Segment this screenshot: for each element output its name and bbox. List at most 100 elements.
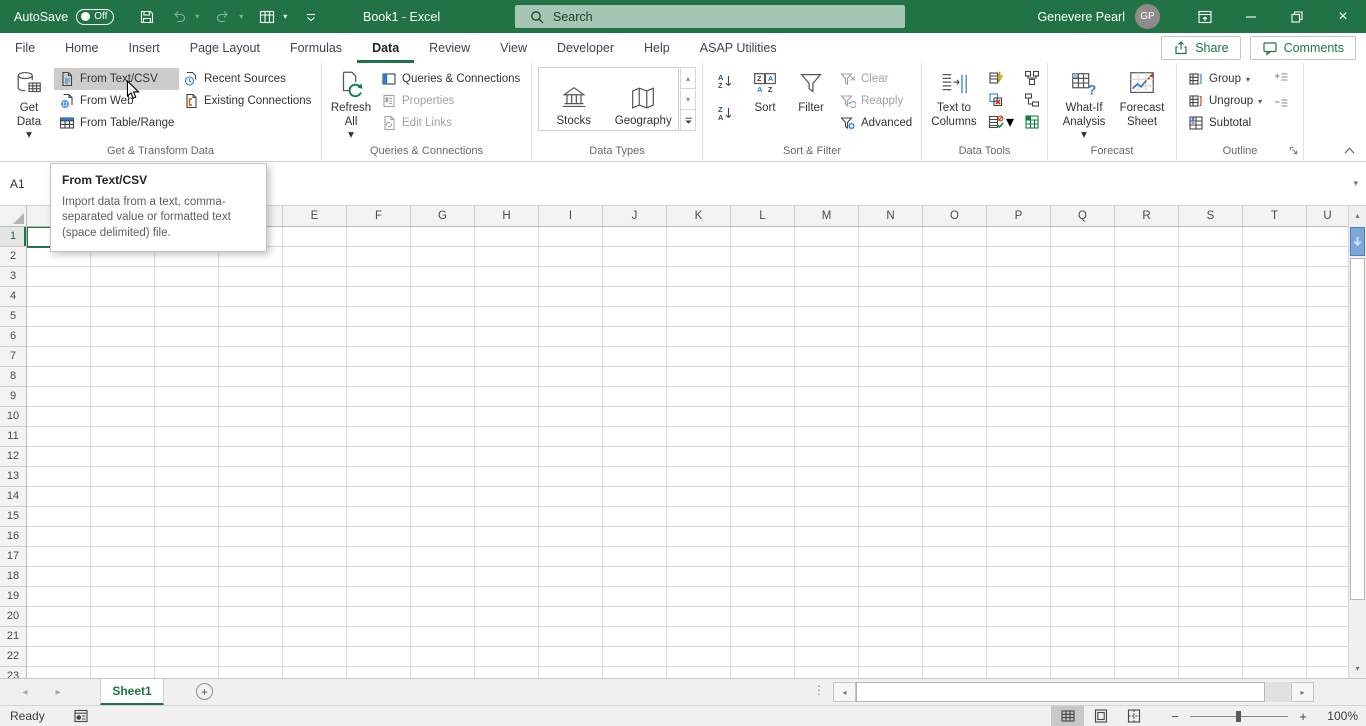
autosave-switch[interactable]: Off [76, 8, 115, 25]
row-header-3[interactable]: 3 [0, 267, 26, 287]
row-header-23[interactable]: 23 [0, 667, 26, 678]
refresh-all-button[interactable]: Refresh All ▾ [328, 66, 374, 143]
undo-button[interactable] [168, 5, 190, 29]
sort-button[interactable]: ZAAZ Sort [745, 66, 785, 116]
column-header-l[interactable]: L [731, 206, 795, 226]
gallery-down-button[interactable]: ▾ [680, 89, 696, 110]
column-header-j[interactable]: J [603, 206, 667, 226]
column-header-o[interactable]: O [923, 206, 987, 226]
row-header-11[interactable]: 11 [0, 427, 26, 447]
row-header-10[interactable]: 10 [0, 407, 26, 427]
group-button[interactable]: Group ▾ [1183, 68, 1267, 90]
existing-connections-button[interactable]: Existing Connections [178, 90, 316, 112]
from-text-csv-button[interactable]: From Text/CSV [54, 68, 180, 90]
save-button[interactable] [136, 5, 158, 29]
row-header-7[interactable]: 7 [0, 347, 26, 367]
forecast-sheet-button[interactable]: Forecast Sheet [1114, 66, 1170, 129]
redo-button[interactable] [212, 5, 234, 29]
advanced-filter-button[interactable]: Advanced [835, 112, 917, 134]
comments-button[interactable]: Comments [1249, 36, 1356, 60]
from-table-range-button[interactable]: From Table/Range [54, 112, 179, 134]
restore-button[interactable] [1274, 0, 1320, 33]
zoom-level[interactable]: 100% [1314, 709, 1358, 723]
search-input[interactable]: Search [515, 5, 905, 28]
filter-button[interactable]: Filter [789, 66, 833, 116]
row-header-6[interactable]: 6 [0, 327, 26, 347]
tab-view[interactable]: View [485, 33, 542, 63]
zoom-slider-thumb[interactable] [1236, 710, 1241, 722]
new-sheet-button[interactable]: + [196, 683, 213, 700]
tab-page-layout[interactable]: Page Layout [175, 33, 275, 63]
autosave-toggle[interactable]: AutoSave Off [14, 8, 115, 25]
collapse-ribbon-button[interactable] [1343, 146, 1356, 155]
tab-review[interactable]: Review [414, 33, 485, 63]
hide-detail-icon[interactable] [1273, 97, 1289, 113]
sheet-tab-sheet1[interactable]: Sheet1 [100, 679, 164, 705]
show-detail-icon[interactable] [1273, 71, 1289, 87]
horizontal-scroll-thumb[interactable] [856, 682, 1265, 702]
page-layout-view-button[interactable] [1084, 706, 1117, 726]
column-header-e[interactable]: E [283, 206, 347, 226]
tab-formulas[interactable]: Formulas [275, 33, 357, 63]
row-header-9[interactable]: 9 [0, 387, 26, 407]
column-header-n[interactable]: N [859, 206, 923, 226]
scroll-right-button[interactable]: ▸ [1291, 682, 1314, 702]
column-header-r[interactable]: R [1115, 206, 1179, 226]
undo-dropdown[interactable]: ▾ [192, 5, 202, 29]
page-break-view-button[interactable] [1117, 706, 1150, 726]
row-header-21[interactable]: 21 [0, 627, 26, 647]
tab-help[interactable]: Help [629, 33, 685, 63]
column-header-i[interactable]: I [539, 206, 603, 226]
data-validation-button[interactable]: ▾ [984, 112, 1018, 132]
previous-sheet-button[interactable]: ◂ [10, 679, 40, 705]
column-header-t[interactable]: T [1243, 206, 1307, 226]
column-header-h[interactable]: H [475, 206, 539, 226]
remove-duplicates-button[interactable] [984, 90, 1008, 110]
formula-input[interactable]: ▾ [100, 163, 1366, 205]
queries-connections-button[interactable]: Queries & Connections [376, 68, 525, 90]
tab-data[interactable]: Data [357, 33, 414, 63]
column-header-s[interactable]: S [1179, 206, 1243, 226]
next-sheet-button[interactable]: ▸ [43, 679, 73, 705]
zoom-in-button[interactable]: + [1292, 709, 1314, 724]
row-header-14[interactable]: 14 [0, 487, 26, 507]
row-header-20[interactable]: 20 [0, 607, 26, 627]
text-to-columns-button[interactable]: Text to Columns [928, 66, 980, 129]
sheet-grid[interactable] [26, 226, 1348, 678]
consolidate-button[interactable] [1020, 68, 1044, 88]
tab-file[interactable]: File [0, 33, 50, 63]
ungroup-button[interactable]: Ungroup ▾ [1183, 90, 1267, 112]
row-header-13[interactable]: 13 [0, 467, 26, 487]
close-button[interactable]: × [1320, 0, 1366, 33]
row-header-2[interactable]: 2 [0, 247, 26, 267]
what-if-analysis-button[interactable]: ? What-If Analysis ▾ [1056, 66, 1112, 143]
column-header-p[interactable]: P [987, 206, 1051, 226]
zoom-out-button[interactable]: − [1164, 709, 1186, 724]
share-button[interactable]: Share [1161, 36, 1241, 60]
quick-access-table-button[interactable] [256, 5, 278, 29]
expand-formula-bar-icon[interactable]: ▾ [1353, 178, 1358, 189]
column-header-q[interactable]: Q [1051, 206, 1115, 226]
scroll-highlight[interactable] [1350, 227, 1365, 256]
scroll-up-button[interactable]: ▴ [1349, 206, 1366, 225]
row-header-19[interactable]: 19 [0, 587, 26, 607]
table-dropdown[interactable]: ▾ [280, 5, 290, 29]
ribbon-display-options-button[interactable] [1182, 0, 1228, 33]
customize-quick-access-button[interactable] [300, 5, 322, 29]
column-header-g[interactable]: G [411, 206, 475, 226]
tab-home[interactable]: Home [50, 33, 113, 63]
user-name[interactable]: Genevere Pearl [1037, 10, 1125, 24]
row-header-18[interactable]: 18 [0, 567, 26, 587]
tab-developer[interactable]: Developer [542, 33, 629, 63]
column-header-u[interactable]: U [1307, 206, 1348, 226]
recent-sources-button[interactable]: Recent Sources [178, 68, 316, 90]
sort-ascending-button[interactable]: AZ [713, 69, 737, 93]
flash-fill-button[interactable] [984, 68, 1008, 88]
row-header-4[interactable]: 4 [0, 287, 26, 307]
gallery-more-button[interactable] [680, 110, 696, 131]
row-header-16[interactable]: 16 [0, 527, 26, 547]
horizontal-scroll-track[interactable] [1265, 682, 1291, 702]
vertical-scrollbar[interactable]: ▴ ▾ [1348, 206, 1366, 678]
select-all-button[interactable] [0, 206, 27, 227]
minimize-button[interactable] [1228, 0, 1274, 33]
